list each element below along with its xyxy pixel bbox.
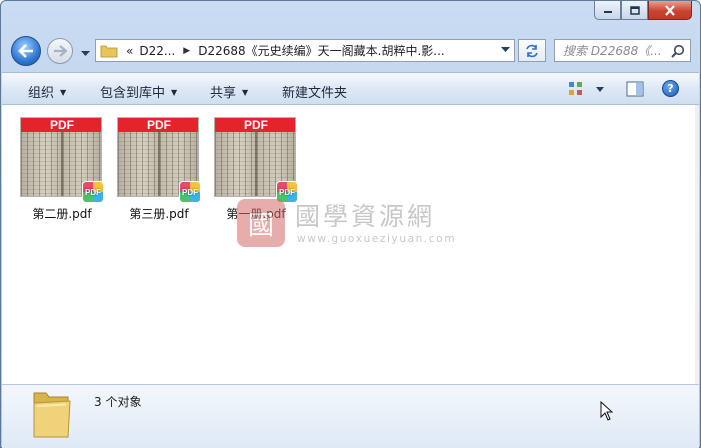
file-name: 第三册.pdf xyxy=(129,207,189,221)
file-item-third-volume[interactable]: PDF PDF 第三册.pdf xyxy=(111,115,201,227)
new-folder-button[interactable]: 新建文件夹 xyxy=(282,82,347,101)
pdf-thumbnail-header: PDF xyxy=(21,118,101,132)
address-overflow-chevron[interactable]: « xyxy=(126,44,133,58)
new-folder-label: 新建文件夹 xyxy=(282,86,348,101)
pdf-thumbnail-header: PDF xyxy=(215,118,295,132)
folder-icon xyxy=(100,45,118,57)
include-in-library-menu[interactable]: 包含到库中 ▼ xyxy=(100,82,177,101)
refresh-button[interactable] xyxy=(518,39,546,62)
back-arrow-icon xyxy=(18,44,33,58)
breadcrumb-item-parent[interactable]: D22... xyxy=(139,44,175,58)
breadcrumb-item-current[interactable]: D22688《元史续编》天一阁藏本.胡粹中.影... xyxy=(198,42,458,59)
watermark: 國 國學資源網 www.guoxueziyuan.com xyxy=(237,197,477,253)
navigation-bar: « D22... ▶ D22688《元史续编》天一阁藏本.胡粹中.影... 搜索… xyxy=(7,35,696,66)
search-input[interactable]: 搜索 D22688《... xyxy=(555,42,667,59)
magnifier-icon[interactable] xyxy=(671,44,685,58)
share-menu[interactable]: 共享 ▼ xyxy=(210,82,248,101)
explorer-window: « D22... ▶ D22688《元史续编》天一阁藏本.胡粹中.影... 搜索… xyxy=(0,0,701,448)
search-box[interactable]: 搜索 D22688《... xyxy=(554,39,691,62)
help-button[interactable]: ? xyxy=(662,80,679,97)
details-pane: 3 个对象 xyxy=(2,384,699,448)
watermark-url: www.guoxueziyuan.com xyxy=(297,233,457,245)
back-button[interactable] xyxy=(11,36,41,66)
mouse-pointer-icon xyxy=(600,401,614,421)
recent-pages-dropdown[interactable] xyxy=(81,46,90,60)
minimize-button[interactable] xyxy=(594,1,621,20)
forward-button[interactable] xyxy=(47,38,73,64)
maximize-button[interactable] xyxy=(621,1,648,20)
breadcrumb-separator-icon[interactable]: ▶ xyxy=(183,46,190,56)
organize-label: 组织 xyxy=(28,86,55,101)
pdf-badge-label: PDF xyxy=(279,187,295,197)
view-options-dropdown-icon[interactable] xyxy=(596,87,604,92)
pdf-app-icon: PDF xyxy=(82,181,104,203)
pdf-badge-label: PDF xyxy=(182,187,198,197)
preview-pane-icon[interactable] xyxy=(626,81,644,97)
refresh-icon xyxy=(526,44,538,57)
pdf-app-icon: PDF xyxy=(179,181,201,203)
watermark-seal-logo: 國 xyxy=(237,199,285,247)
help-icon: ? xyxy=(667,82,674,95)
file-name: 第二册.pdf xyxy=(32,207,92,221)
pdf-thumbnail-header: PDF xyxy=(118,118,198,132)
organize-menu[interactable]: 组织 ▼ xyxy=(28,82,66,101)
vertical-scrollbar[interactable] xyxy=(695,105,699,384)
close-button[interactable] xyxy=(648,1,692,20)
minimize-icon xyxy=(603,11,612,13)
folder-icon xyxy=(33,392,71,438)
address-dropdown-icon[interactable] xyxy=(501,47,510,53)
change-view-icon[interactable] xyxy=(568,81,584,97)
share-label: 共享 xyxy=(210,86,237,101)
include-in-library-label: 包含到库中 xyxy=(100,86,166,101)
command-bar: 组织 ▼ 包含到库中 ▼ 共享 ▼ 新建文件夹 ? xyxy=(2,72,699,105)
chevron-down-icon: ▼ xyxy=(60,88,67,97)
maximize-icon xyxy=(629,5,640,15)
forward-arrow-icon xyxy=(54,45,67,57)
address-bar[interactable]: « D22... ▶ D22688《元史续编》天一阁藏本.胡粹中.影... xyxy=(95,39,515,62)
chevron-down-icon: ▼ xyxy=(242,88,249,97)
item-count: 3 个对象 xyxy=(94,395,142,409)
window-controls xyxy=(594,1,692,20)
chevron-down-icon: ▼ xyxy=(171,88,178,97)
chevron-down-icon xyxy=(81,51,90,56)
close-icon xyxy=(665,4,675,16)
pdf-badge-label: PDF xyxy=(85,187,101,197)
watermark-title: 國學資源網 xyxy=(295,202,436,231)
file-item-second-volume[interactable]: PDF PDF 第二册.pdf xyxy=(14,115,104,227)
